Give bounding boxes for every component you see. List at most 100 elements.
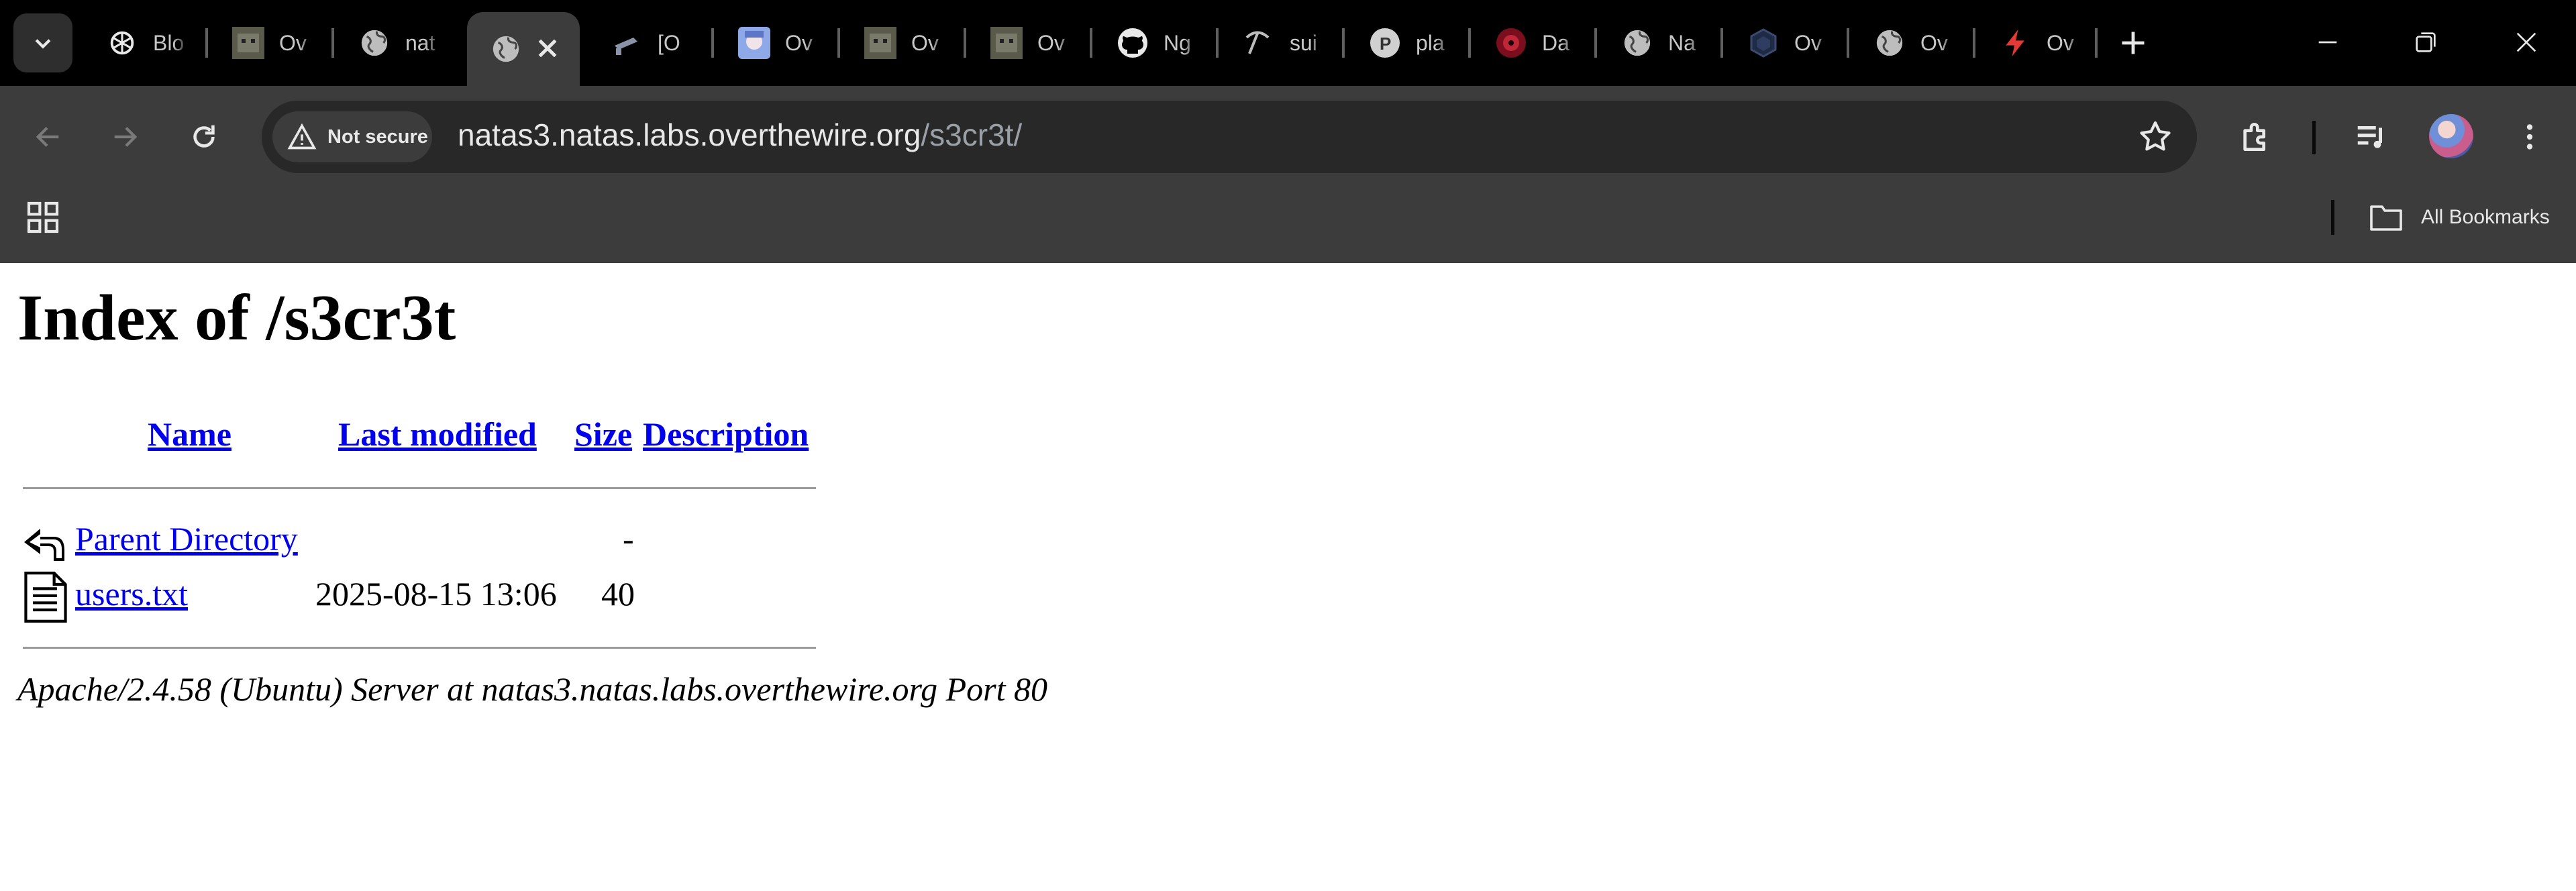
globe-icon (490, 33, 522, 65)
cat-icon (990, 27, 1023, 59)
tab-label: Ov (279, 30, 307, 55)
tab-separator (1847, 28, 1849, 58)
tab-label: Ov (785, 30, 813, 55)
tab-9[interactable]: Ng (1094, 9, 1220, 76)
reload-icon (193, 125, 215, 148)
row-size: - (623, 520, 634, 558)
puzzle-icon (2243, 123, 2265, 152)
tab-separator (2095, 28, 2098, 58)
tab-8[interactable]: Ov (968, 9, 1094, 76)
tab-13[interactable]: Na (1598, 9, 1724, 76)
arrow-left-icon (36, 127, 59, 147)
minimize-icon (2318, 41, 2337, 44)
close-icon[interactable] (534, 35, 561, 62)
openai-icon (106, 27, 138, 59)
tab-separator (1594, 28, 1597, 58)
row-size: 40 (601, 575, 635, 613)
url-path: /s3cr3t/ (921, 117, 1023, 152)
p-circle-icon: P (1369, 27, 1401, 59)
cat-icon (864, 27, 896, 59)
tab-separator (1720, 28, 1723, 58)
column-header-size[interactable]: Size (574, 415, 632, 454)
users-txt-link[interactable]: users.txt (75, 574, 188, 613)
tab-label: Ov (2047, 30, 2074, 55)
new-tab-button[interactable] (2104, 13, 2163, 72)
chevron-down-icon (35, 39, 51, 49)
tab-separator (331, 28, 334, 58)
tab-label: Da (1542, 30, 1569, 55)
tab-separator (837, 28, 840, 58)
tab-separator (1342, 28, 1345, 58)
tab-label: nat (405, 30, 435, 55)
arrow-right-icon (114, 127, 138, 147)
tab-separator (1090, 28, 1092, 58)
cat-icon (232, 27, 264, 59)
all-bookmarks-button[interactable]: All Bookmarks (2369, 203, 2550, 232)
tab-separator (1468, 28, 1471, 58)
bookmarks-bar (0, 180, 2576, 263)
divider (23, 647, 816, 649)
url-text[interactable]: natas3.natas.labs.overthewire.org/s3cr3t… (458, 117, 1022, 153)
pickaxe-icon (1243, 27, 1275, 59)
tab-3[interactable]: nat (336, 9, 462, 76)
tab-2[interactable]: Ov (209, 9, 336, 76)
back-button[interactable] (16, 105, 81, 169)
tab-6[interactable]: Ov (715, 9, 841, 76)
cube-icon (1747, 27, 1780, 59)
back-arrow-icon (24, 529, 64, 561)
tab-15[interactable]: Ov (1851, 9, 1977, 76)
camera-icon (611, 27, 643, 59)
tab-11[interactable]: P pla (1346, 9, 1472, 76)
extensions-button[interactable] (2224, 105, 2288, 169)
tab-4-active[interactable] (467, 12, 580, 86)
reload-button[interactable] (172, 105, 236, 169)
tab-5[interactable]: [O (588, 9, 714, 76)
tab-label: Ov (1920, 30, 1948, 55)
tab-1[interactable]: Blo (83, 9, 209, 76)
tab-label: Ov (911, 30, 939, 55)
apps-grid-icon[interactable] (24, 199, 62, 236)
column-header-name[interactable]: Name (148, 415, 231, 454)
tab-7[interactable]: Ov (841, 9, 968, 76)
tab-label: Blo (153, 30, 185, 55)
close-window-button[interactable] (2496, 12, 2557, 72)
address-bar[interactable]: Not secure natas3.natas.labs.overthewire… (262, 101, 2197, 173)
security-label: Not secure (327, 125, 428, 148)
tab-14[interactable]: Ov (1724, 9, 1851, 76)
toolbar-divider (2312, 121, 2316, 154)
anime-avatar-icon (738, 27, 770, 59)
bookmark-star-icon[interactable] (2136, 118, 2174, 156)
column-header-description[interactable]: Description (643, 415, 809, 454)
media-controls-button[interactable] (2339, 105, 2404, 169)
page-content: Index of /s3cr3t Name Last modified Size… (0, 263, 2576, 891)
kebab-menu-icon (2526, 124, 2533, 150)
tab-label: pla (1416, 30, 1445, 55)
github-icon (1117, 27, 1149, 59)
playlist-icon (2357, 126, 2382, 148)
tab-search-button[interactable] (13, 13, 72, 72)
parent-directory-link[interactable]: Parent Directory (75, 519, 298, 558)
profile-avatar[interactable] (2429, 114, 2473, 158)
page-title: Index of /s3cr3t (17, 282, 456, 354)
tab-label: Ng (1164, 30, 1191, 55)
tab-16[interactable]: Ov (1977, 9, 2103, 76)
tab-strip: Blo Ov nat [O Ov Ov Ov Ng sui P pla Da N… (0, 0, 2576, 86)
browser-chrome: Blo Ov nat [O Ov Ov Ov Ng sui P pla Da N… (0, 0, 2576, 263)
column-header-last-modified[interactable]: Last modified (338, 415, 537, 454)
plus-icon (2122, 32, 2145, 54)
tab-12[interactable]: Da (1472, 9, 1598, 76)
forward-button[interactable] (93, 105, 157, 169)
red-circle-icon (1495, 27, 1527, 59)
globe-icon (1621, 27, 1653, 59)
tab-label: sui (1290, 30, 1317, 55)
restore-icon (2416, 32, 2436, 52)
row-last-modified: 2025-08-15 13:06 (315, 575, 557, 613)
minimize-button[interactable] (2298, 12, 2358, 72)
security-indicator[interactable]: Not secure (272, 111, 432, 162)
restore-button[interactable] (2395, 12, 2456, 72)
bolt-icon (2000, 27, 2032, 59)
tab-label: Ov (1794, 30, 1822, 55)
tab-10[interactable]: sui (1220, 9, 1346, 76)
close-icon (2516, 32, 2536, 52)
browser-menu-button[interactable] (2497, 105, 2562, 169)
